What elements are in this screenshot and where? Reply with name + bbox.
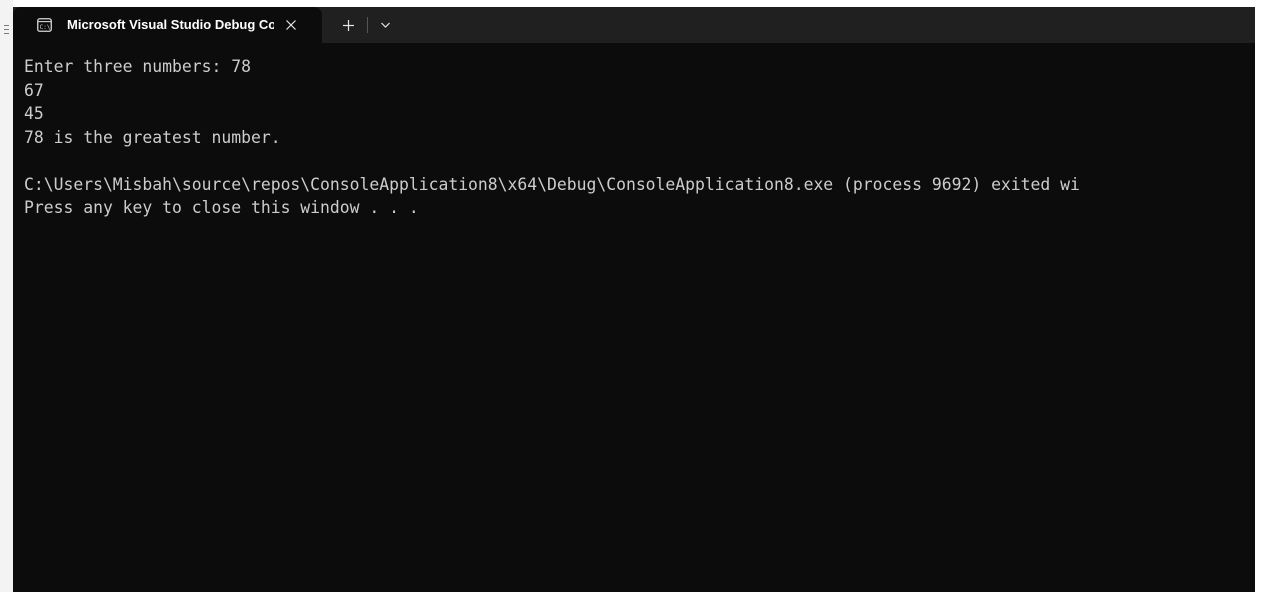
console-line: 45 <box>24 104 44 123</box>
console-icon: C:\ <box>37 18 52 32</box>
chevron-down-icon[interactable] <box>374 14 396 36</box>
tab-bar: C:\ Microsoft Visual Studio Debug Consol… <box>13 7 1255 43</box>
console-line: 78 is the greatest number. <box>24 127 281 147</box>
close-icon[interactable] <box>281 15 301 35</box>
right-edge <box>1255 0 1264 592</box>
left-edge-panel <box>0 0 13 592</box>
tab-separator <box>367 17 368 33</box>
drag-handle-icon[interactable] <box>3 22 10 36</box>
console-output[interactable]: Enter three numbers: 78 67 45 78 is the gre… <box>24 55 1255 220</box>
svg-text:C:\: C:\ <box>40 24 51 31</box>
console-line: Enter three numbers: 78 <box>24 57 251 76</box>
console-line: 67 <box>24 80 44 100</box>
console-line: C:\Users\Misbah\source\repos\ConsoleAppl… <box>24 174 1080 194</box>
console-line: Press any key to close this window . . . <box>24 198 419 217</box>
tab-debug-console[interactable]: C:\ Microsoft Visual Studio Debug Consol… <box>13 7 322 43</box>
tab-title: Microsoft Visual Studio Debug Console <box>67 17 274 32</box>
terminal-window: C:\ Microsoft Visual Studio Debug Consol… <box>13 7 1255 592</box>
screen: C:\ Microsoft Visual Studio Debug Consol… <box>0 0 1264 592</box>
new-tab-plus-icon[interactable] <box>337 14 359 36</box>
